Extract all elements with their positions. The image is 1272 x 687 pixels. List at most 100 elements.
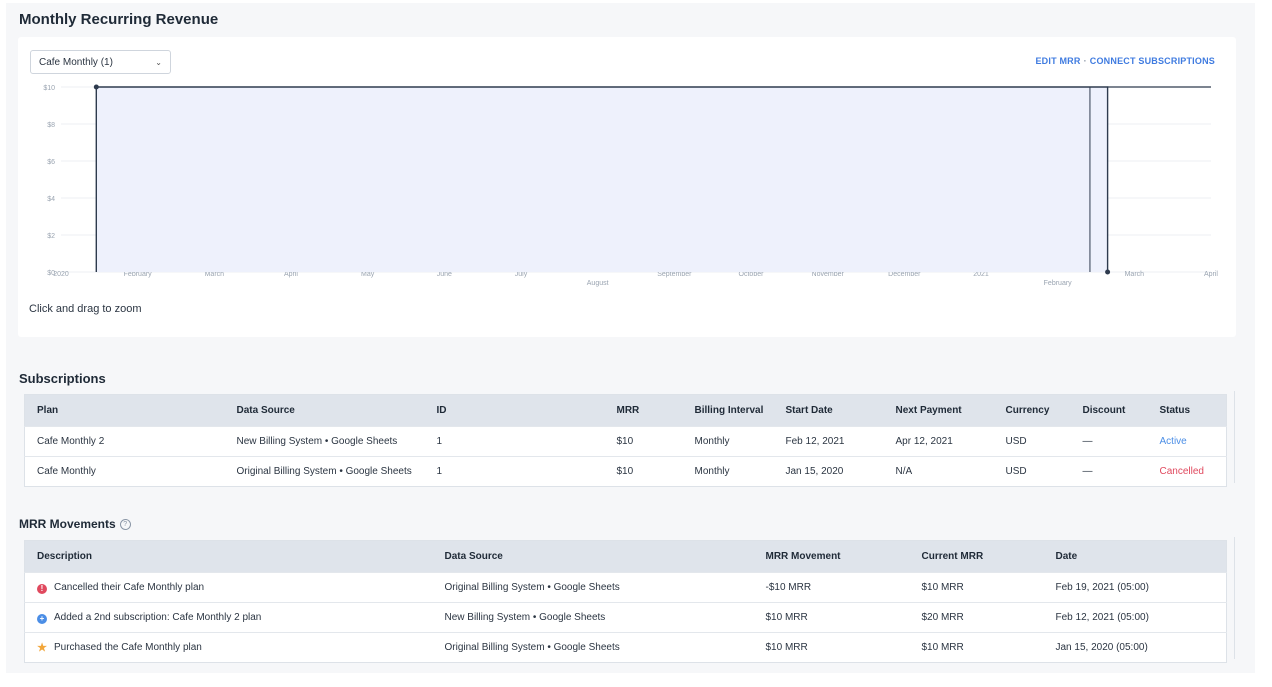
column-header[interactable]: Date bbox=[1043, 540, 1227, 573]
add-subscription-icon: + bbox=[37, 613, 47, 624]
x-tick-label: November bbox=[812, 271, 845, 278]
y-tick-label: $2 bbox=[47, 233, 55, 240]
column-header[interactable]: Data Source bbox=[224, 394, 425, 427]
table-row[interactable]: ★ Purchased the Cafe Monthly plan Original… bbox=[24, 632, 1227, 663]
x-tick-label: 2021 bbox=[973, 271, 989, 278]
table-cell: USD bbox=[993, 426, 1071, 457]
table-row[interactable]: ! Cancelled their Cafe Monthly plan Origin… bbox=[24, 572, 1227, 603]
help-icon[interactable]: ? bbox=[119, 518, 131, 530]
table-cell: USD bbox=[993, 456, 1071, 487]
cancel-icon: ! bbox=[37, 583, 47, 594]
table-cell: $10 bbox=[604, 426, 683, 457]
column-header[interactable]: MRR bbox=[604, 394, 683, 427]
scrollbar-track bbox=[1234, 391, 1235, 483]
movements-header-row: Description Data Source MRR Movement Curren… bbox=[24, 540, 1227, 573]
table-cell: Monthly bbox=[682, 456, 774, 487]
movement-description: Cancelled their Cafe Monthly plan bbox=[54, 581, 205, 593]
x-tick-label: March bbox=[1125, 271, 1145, 278]
table-row[interactable]: + Added a 2nd subscription: Cafe Monthly … bbox=[24, 602, 1227, 633]
table-cell: Original Billing System • Google Sheets bbox=[432, 572, 754, 603]
subscriptions-table: Plan Data Source ID MRR Billing Interval Star… bbox=[24, 394, 1227, 487]
x-tick-label: October bbox=[739, 271, 765, 278]
table-cell: — bbox=[1070, 456, 1148, 487]
movements-title-text: MRR Movements bbox=[19, 517, 116, 531]
table-cell: ! Cancelled their Cafe Monthly plan bbox=[24, 572, 433, 603]
table-cell: Apr 12, 2021 bbox=[883, 426, 994, 457]
table-row[interactable]: Cafe Monthly 2 New Billing System • Googl… bbox=[24, 426, 1227, 457]
column-header[interactable]: Billing Interval bbox=[682, 394, 774, 427]
column-header[interactable]: Next Payment bbox=[883, 394, 994, 427]
column-header[interactable]: Data Source bbox=[432, 540, 754, 573]
chart-card: $0 $2 $4 $6 $8 $10 2020 February March April May Ju… bbox=[18, 37, 1236, 337]
column-header[interactable]: Start Date bbox=[773, 394, 884, 427]
column-header[interactable]: MRR Movement bbox=[753, 540, 910, 573]
table-cell: $10 MRR bbox=[753, 632, 910, 663]
connect-subscriptions-link[interactable]: CONNECT SUBSCRIPTIONS bbox=[1090, 56, 1215, 66]
x-tick-label: February bbox=[1044, 280, 1073, 287]
x-tick-label: February bbox=[124, 271, 153, 278]
table-cell: Jan 15, 2020 (05:00) bbox=[1043, 632, 1227, 663]
table-cell: $20 MRR bbox=[909, 602, 1044, 633]
y-tick-label: $6 bbox=[47, 159, 55, 166]
table-cell: Feb 19, 2021 (05:00) bbox=[1043, 572, 1227, 603]
table-cell: Cafe Monthly 2 bbox=[24, 426, 225, 457]
column-header[interactable]: Current MRR bbox=[909, 540, 1044, 573]
table-cell: Original Billing System • Google Sheets bbox=[224, 456, 425, 487]
subscriptions-header-row: Plan Data Source ID MRR Billing Interval Star… bbox=[24, 394, 1227, 427]
subscriptions-title: Subscriptions bbox=[19, 371, 106, 386]
edit-mrr-link[interactable]: EDIT MRR bbox=[1035, 56, 1080, 66]
table-cell: New Billing System • Google Sheets bbox=[224, 426, 425, 457]
column-header[interactable]: ID bbox=[424, 394, 605, 427]
plan-select[interactable]: Cafe Monthly (1) ⌄ bbox=[30, 50, 171, 74]
column-header[interactable]: Currency bbox=[993, 394, 1071, 427]
data-point bbox=[93, 84, 99, 90]
table-cell: New Billing System • Google Sheets bbox=[432, 602, 754, 633]
mrr-panel: Monthly Recurring Revenue $0 $2 $4 $6 $8 $10 2… bbox=[6, 3, 1255, 673]
x-tick-label: June bbox=[437, 271, 452, 278]
y-tick-label: $8 bbox=[47, 122, 55, 129]
table-cell: N/A bbox=[883, 456, 994, 487]
table-cell: + Added a 2nd subscription: Cafe Monthly … bbox=[24, 602, 433, 633]
x-tick-label: September bbox=[657, 271, 692, 278]
status-badge: Cancelled bbox=[1147, 456, 1227, 487]
movement-description: Added a 2nd subscription: Cafe Monthly 2… bbox=[54, 611, 262, 623]
movements-table: Description Data Source MRR Movement Curren… bbox=[24, 540, 1227, 663]
table-cell: ★ Purchased the Cafe Monthly plan bbox=[24, 632, 433, 663]
x-tick-label: March bbox=[205, 271, 225, 278]
table-cell: $10 MRR bbox=[753, 602, 910, 633]
table-cell: 1 bbox=[424, 456, 605, 487]
table-row[interactable]: Cafe Monthly Original Billing System • Go… bbox=[24, 456, 1227, 487]
movements-title: MRR Movements ? bbox=[19, 517, 131, 531]
x-tick-label: April bbox=[1204, 271, 1218, 278]
table-cell: 1 bbox=[424, 426, 605, 457]
star-icon: ★ bbox=[37, 642, 47, 654]
plan-select-value: Cafe Monthly (1) bbox=[39, 56, 113, 68]
table-cell: -$10 MRR bbox=[753, 572, 910, 603]
x-tick-label: December bbox=[888, 271, 921, 278]
scrollbar-track bbox=[1234, 537, 1235, 659]
zoom-hint: Click and drag to zoom bbox=[29, 303, 142, 315]
column-header[interactable]: Status bbox=[1147, 394, 1227, 427]
table-cell: Monthly bbox=[682, 426, 774, 457]
table-cell: $10 MRR bbox=[909, 632, 1044, 663]
x-tick-label: August bbox=[587, 280, 609, 287]
mrr-title: Monthly Recurring Revenue bbox=[19, 11, 219, 28]
table-cell: Original Billing System • Google Sheets bbox=[432, 632, 754, 663]
chevron-down-icon: ⌄ bbox=[155, 57, 162, 67]
table-cell: Cafe Monthly bbox=[24, 456, 225, 487]
x-tick-label: 2020 bbox=[53, 271, 69, 278]
table-cell: Jan 15, 2020 bbox=[773, 456, 884, 487]
mrr-chart[interactable]: $0$2$4$6$8$102020 February March April May Ju… bbox=[18, 37, 1236, 337]
column-header[interactable]: Description bbox=[24, 540, 433, 573]
x-tick-label: May bbox=[361, 271, 375, 278]
table-cell: Feb 12, 2021 (05:00) bbox=[1043, 602, 1227, 633]
x-tick-label: April bbox=[284, 271, 298, 278]
series-area bbox=[96, 87, 1108, 272]
column-header[interactable]: Plan bbox=[24, 394, 225, 427]
x-tick-label: July bbox=[515, 271, 528, 278]
column-header[interactable]: Discount bbox=[1070, 394, 1148, 427]
y-tick-label: $4 bbox=[47, 196, 55, 203]
table-cell: — bbox=[1070, 426, 1148, 457]
link-separator: · bbox=[1083, 56, 1087, 66]
table-cell: Feb 12, 2021 bbox=[773, 426, 884, 457]
